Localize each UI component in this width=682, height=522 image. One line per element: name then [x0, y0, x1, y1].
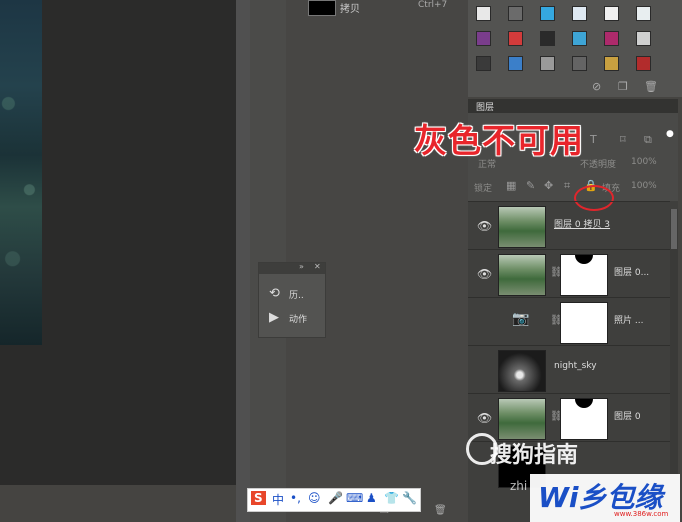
top-layer-label: 拷贝: [340, 4, 360, 15]
style-swatch[interactable]: [572, 6, 587, 21]
style-swatch[interactable]: [508, 56, 523, 71]
punctuation-toggle[interactable]: •,: [290, 491, 301, 505]
zhi-watermark: zhi: [510, 479, 528, 493]
history-icon: ⟲: [269, 286, 280, 301]
style-swatch[interactable]: [508, 31, 523, 46]
style-swatch[interactable]: [572, 56, 587, 71]
skin-icon[interactable]: 👕: [384, 491, 399, 505]
eye-icon[interactable]: 👁: [477, 411, 492, 425]
new-icon[interactable]: ❐: [618, 80, 628, 93]
lock-artboard-icon[interactable]: ⌗: [564, 179, 570, 193]
layer-thumbnail: [498, 398, 546, 440]
panel-divider[interactable]: [236, 0, 250, 522]
layer-row[interactable]: 👁 图层 0 拷贝 3: [468, 201, 670, 250]
style-swatch[interactable]: [508, 6, 523, 21]
chinese-mode-toggle[interactable]: 中: [272, 491, 284, 508]
user-icon[interactable]: ♟: [366, 491, 377, 505]
layer-mask-thumbnail[interactable]: [560, 302, 608, 344]
collapsed-panel-column: [250, 0, 287, 522]
opacity-label: 不透明度: [580, 160, 617, 170]
close-icon[interactable]: ✕: [314, 262, 321, 271]
layer-row[interactable]: 👁 ⛓ 图层 0: [468, 393, 670, 442]
layer-mask-thumbnail[interactable]: [560, 254, 608, 296]
layer-row[interactable]: 👁 📷 ⛓ 照片 ...: [468, 297, 670, 346]
eye-icon[interactable]: 👁: [477, 267, 492, 281]
shortcut-label: Ctrl+7: [418, 0, 448, 10]
layer-name[interactable]: 图层 0...: [614, 265, 649, 278]
scroll-thumb[interactable]: [671, 209, 677, 249]
layer-name[interactable]: 图层 0 拷贝 3: [554, 217, 610, 230]
layer-name[interactable]: night_sky: [554, 361, 597, 371]
lock-position-icon[interactable]: ✥: [544, 179, 553, 192]
layer-row[interactable]: night_sky: [468, 345, 670, 394]
keyboard-icon[interactable]: ⌨: [346, 491, 363, 505]
lock-transparent-icon[interactable]: ▦: [506, 179, 516, 192]
style-swatch[interactable]: [476, 56, 491, 71]
site-logo: Wi乡包缘 www.386w.com: [530, 474, 680, 522]
expand-icon[interactable]: »: [299, 262, 304, 271]
play-icon: ▶: [269, 310, 279, 325]
style-swatch[interactable]: [636, 31, 651, 46]
dock-area: [286, 0, 468, 522]
layer-row[interactable]: 👁 ⛓ 图层 0...: [468, 249, 670, 298]
layer-name[interactable]: 图层 0: [614, 409, 641, 422]
eye-icon[interactable]: 👁: [477, 219, 492, 233]
style-swatch[interactable]: [572, 31, 587, 46]
history-actions-panel[interactable]: » ✕ ⟲ 历.. ▶ 动作: [258, 262, 326, 338]
filter-toggle-icon[interactable]: ●: [666, 129, 674, 139]
style-swatch[interactable]: [540, 6, 555, 21]
black-thumbnail: [308, 0, 336, 16]
ime-toolbar[interactable]: S 中 •, ☺ 🎤 ⌨ ♟ 👕 🔧: [247, 488, 421, 512]
mask-shape: [575, 255, 593, 264]
filter-icon[interactable]: T: [590, 133, 597, 146]
layer-thumbnail: [498, 206, 546, 248]
tab-layers[interactable]: 图层: [476, 100, 494, 113]
voice-icon[interactable]: 🎤: [328, 491, 343, 505]
style-swatch[interactable]: [604, 6, 619, 21]
trash-icon[interactable]: 🗑: [434, 505, 447, 516]
shape-filter-icon[interactable]: ⌑: [620, 133, 626, 146]
canvas-photo: [0, 0, 42, 345]
layer-thumbnail: [498, 254, 546, 296]
style-swatch[interactable]: [604, 56, 619, 71]
settings-icon[interactable]: 🔧: [402, 491, 417, 505]
opacity-value[interactable]: 100%: [631, 157, 657, 167]
style-swatch[interactable]: [476, 31, 491, 46]
camera-icon: 📷: [512, 311, 530, 327]
lock-label: 锁定: [474, 184, 493, 194]
fill-value[interactable]: 100%: [631, 181, 657, 191]
history-item[interactable]: ⟲ 历..: [269, 285, 323, 303]
styles-panel-footer: ⊘ ❐ 🗑: [468, 80, 682, 97]
trash-icon[interactable]: 🗑: [644, 80, 658, 93]
top-layer-snippet: 拷贝 Ctrl+7: [290, 0, 468, 16]
site-url: www.386w.com: [614, 510, 669, 518]
actions-label: 动作: [289, 315, 308, 325]
mask-shape: [575, 399, 593, 408]
style-swatch[interactable]: [636, 56, 651, 71]
no-icon[interactable]: ⊘: [592, 80, 601, 93]
layers-tab-bar: 图层: [468, 99, 678, 113]
layer-name[interactable]: 照片 ...: [614, 313, 643, 326]
panel-header[interactable]: » ✕: [259, 262, 325, 274]
style-swatch[interactable]: [604, 31, 619, 46]
style-swatch[interactable]: [636, 6, 651, 21]
layer-mask-thumbnail[interactable]: [560, 398, 608, 440]
actions-item[interactable]: ▶ 动作: [269, 309, 323, 327]
style-swatch[interactable]: [540, 31, 555, 46]
lock-paint-icon[interactable]: ✎: [526, 179, 535, 192]
sogou-logo-icon[interactable]: S: [251, 491, 266, 505]
emoji-icon[interactable]: ☺: [308, 491, 321, 505]
layer-thumbnail: [498, 350, 546, 392]
document-canvas[interactable]: [0, 0, 236, 485]
history-label: 历..: [289, 291, 304, 301]
annotation-text: 灰色不可用: [414, 121, 584, 160]
smart-filter-icon[interactable]: ⧉: [644, 133, 652, 147]
style-swatch[interactable]: [540, 56, 555, 71]
sogou-watermark: 搜狗指南: [490, 443, 579, 468]
style-swatch[interactable]: [476, 6, 491, 21]
